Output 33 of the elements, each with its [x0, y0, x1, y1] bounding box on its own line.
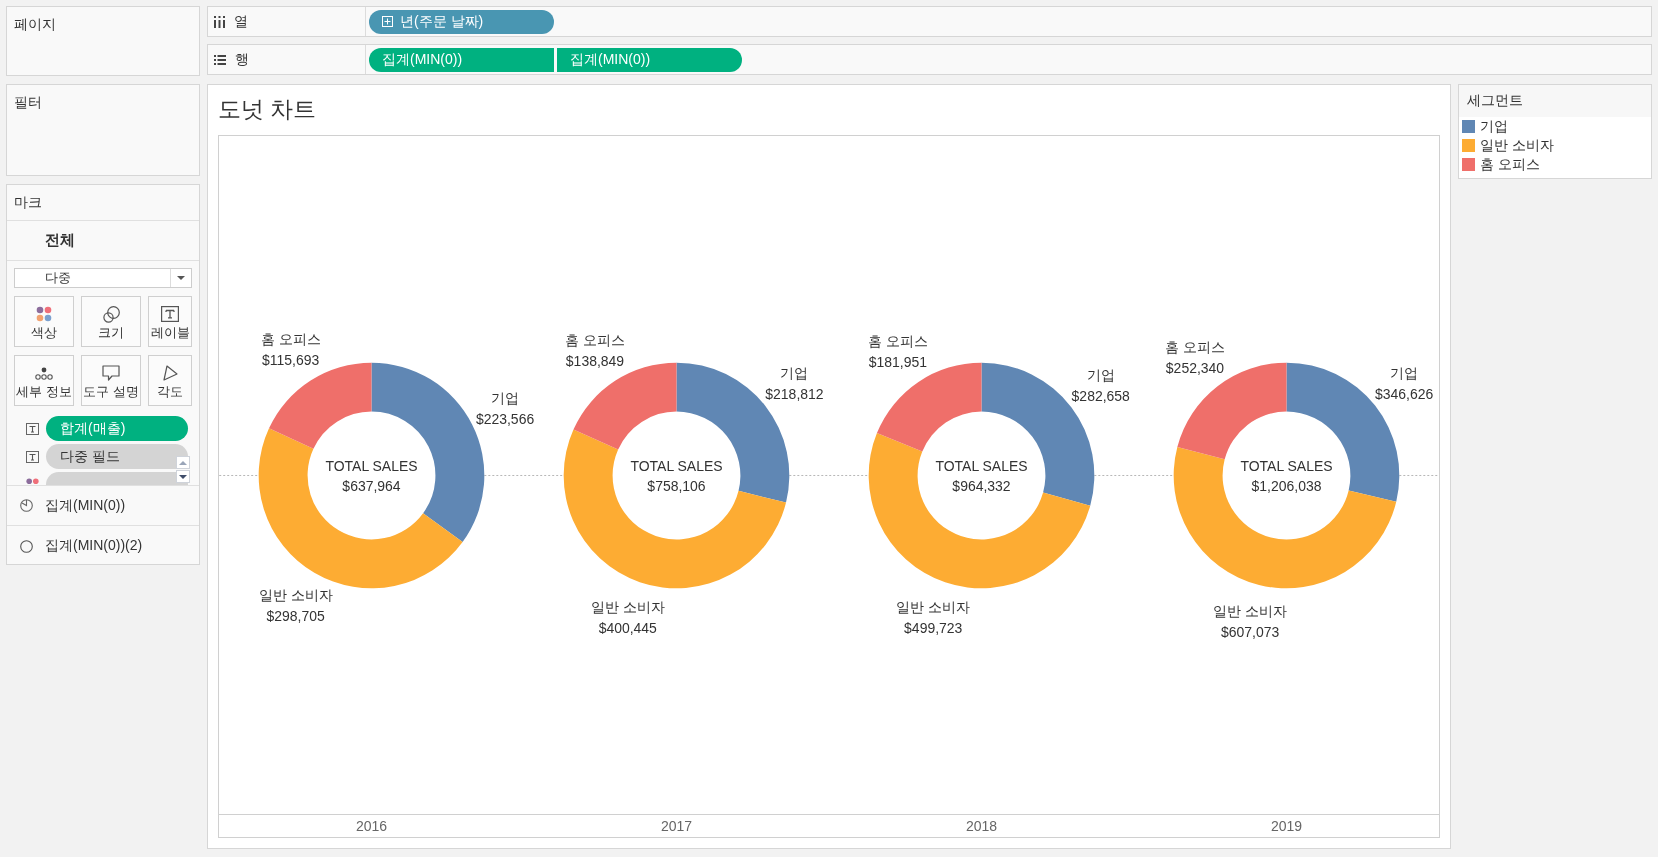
value-label: $181,951	[868, 354, 927, 371]
value-label: $607,073	[1220, 623, 1280, 640]
panel-title: 마크	[14, 193, 42, 212]
category-label: 일반 소비자	[258, 586, 333, 603]
worksheet-title: 도넛 차트	[218, 96, 317, 122]
category-label: 일반 소비자	[896, 599, 971, 616]
axis-label: 2016	[355, 818, 388, 834]
category-label: 홈 오피스	[1165, 338, 1225, 355]
value-label: $499,723	[904, 620, 963, 637]
value-label: $138,849	[565, 352, 625, 369]
category-label: 일반 소비자	[1213, 602, 1288, 619]
value-label: $400,445	[598, 620, 657, 637]
category-label: 홈 오피스	[867, 333, 928, 350]
legend-title: 세그먼트	[1467, 92, 1523, 110]
shelf-label: 행	[235, 50, 249, 69]
legend-label: 일반 소비자	[1480, 136, 1554, 155]
legend-label: 기업	[1480, 117, 1508, 136]
axis-label: 2017	[660, 818, 693, 834]
panel-title: 페이지	[14, 16, 56, 34]
value-label: $223,566	[475, 410, 535, 427]
axis-label: 2018	[965, 818, 998, 834]
category-label: 일반 소비자	[590, 599, 665, 616]
value-label: $115,693	[262, 352, 320, 369]
shelf-label: 열	[234, 12, 248, 31]
legend-label: 홈 오피스	[1480, 155, 1540, 174]
category-label: 기업	[491, 389, 520, 406]
category-label: 홈 오피스	[565, 331, 625, 348]
marks-layer-title: 전체	[45, 231, 75, 250]
value-label: $298,705	[266, 607, 325, 624]
axis-label: 2019	[1270, 818, 1303, 834]
category-label: 홈 오피스	[260, 331, 321, 348]
value-label: $252,340	[1165, 359, 1225, 376]
panel-title: 필터	[14, 94, 42, 112]
